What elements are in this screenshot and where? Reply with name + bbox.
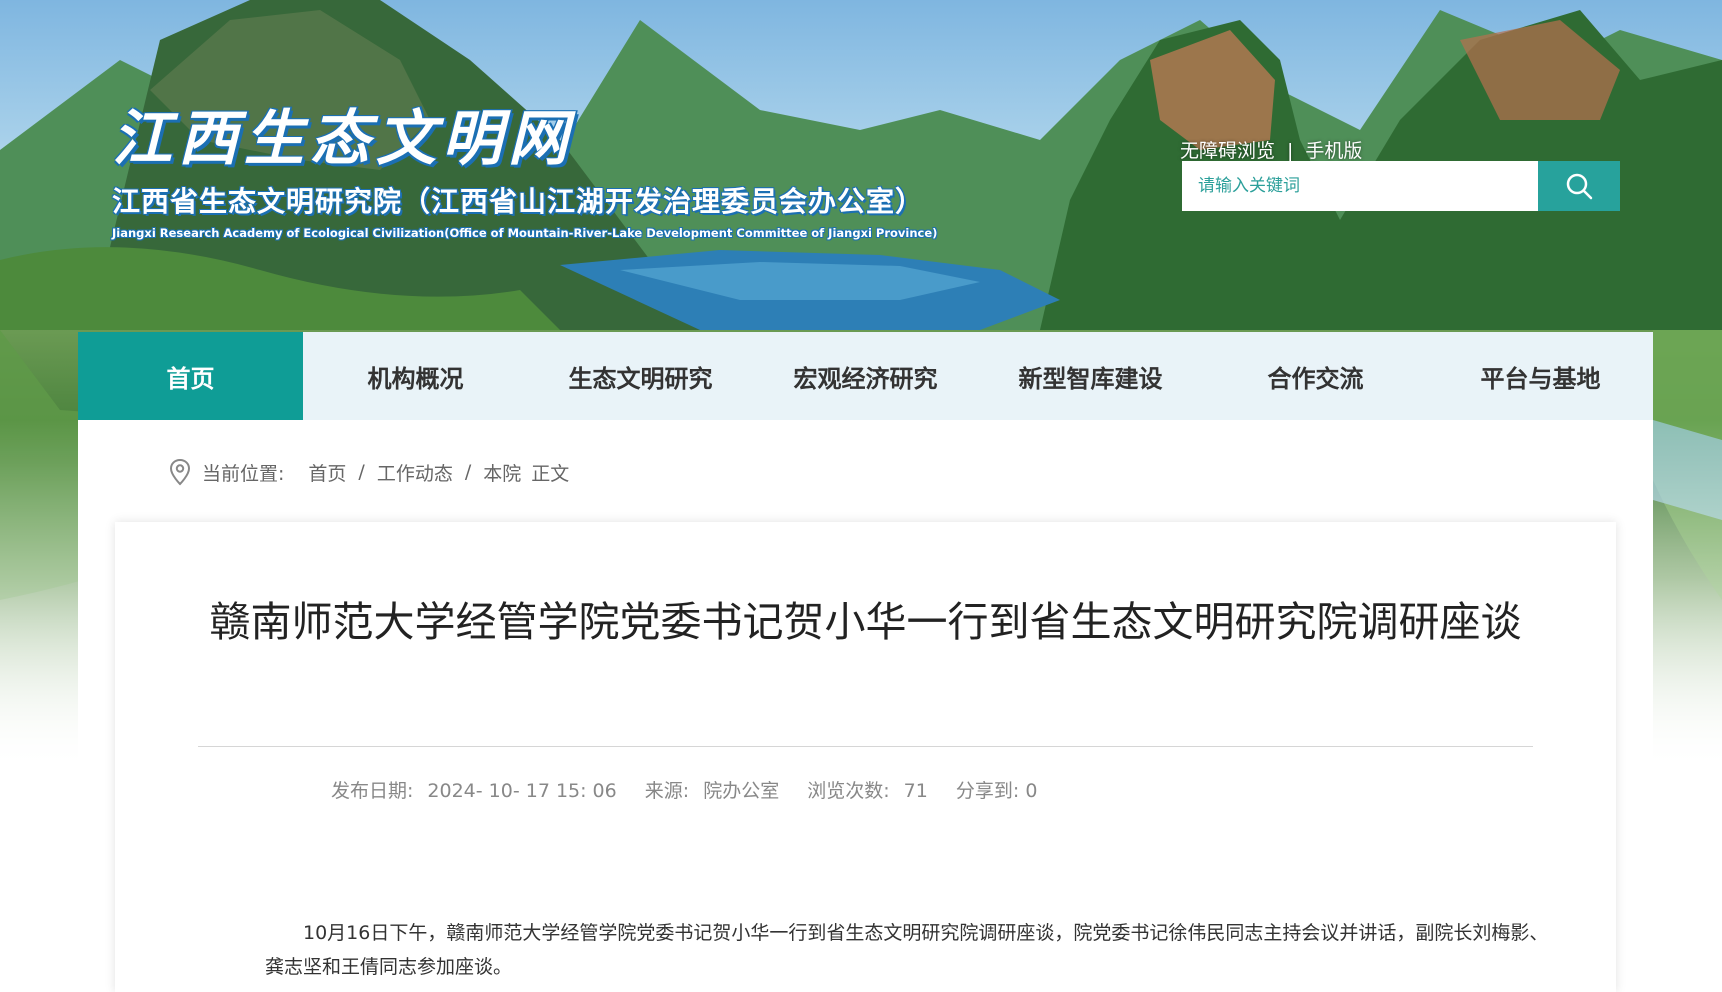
link-separator: | — [1287, 140, 1294, 162]
breadcrumb-current: 正文 — [531, 462, 570, 485]
article-card: 赣南师范大学经管学院党委书记贺小华一行到省生态文明研究院调研座谈 发布日期: 20… — [115, 522, 1616, 992]
breadcrumb-work-news[interactable]: 工作动态 — [377, 459, 453, 486]
nav-item-cooperation[interactable]: 合作交流 — [1203, 332, 1428, 420]
views-label: 浏览次数: — [807, 780, 890, 802]
breadcrumb-prefix: 当前位置: — [202, 462, 285, 485]
share[interactable]: 分享到: 0 — [956, 780, 1038, 802]
title-divider — [198, 746, 1533, 747]
article-meta: 发布日期: 2024- 10- 17 15: 06 来源: 院办公室 浏览次数: 71… — [331, 776, 1059, 803]
location-pin-icon — [169, 458, 191, 486]
source-value: 院办公室 — [703, 780, 780, 802]
nav-item-eco-research[interactable]: 生态文明研究 — [528, 332, 753, 420]
nav-item-organization[interactable]: 机构概况 — [303, 332, 528, 420]
search-bar — [1182, 161, 1620, 211]
main-content: 当前位置: 首页 / 工作动态 / 本院 正文 赣南师范大学经管学院党委书记贺小… — [78, 420, 1653, 992]
site-logo[interactable]: 江西生态文明网 江西省生态文明研究院（江西省山江湖开发治理委员会办公室） Jia… — [112, 104, 937, 240]
breadcrumb-home[interactable]: 首页 — [308, 459, 346, 486]
views-value: 71 — [903, 780, 928, 802]
main-nav: 首页 机构概况 生态文明研究 宏观经济研究 新型智库建设 合作交流 平台与基地 — [78, 332, 1653, 420]
breadcrumb-academy[interactable]: 本院 — [483, 459, 521, 486]
search-input[interactable] — [1182, 161, 1538, 211]
nav-item-home[interactable]: 首页 — [78, 332, 303, 420]
search-icon — [1566, 173, 1593, 200]
source: 来源: 院办公室 — [645, 780, 779, 802]
publish-date-value: 2024- 10- 17 15: 06 — [427, 780, 617, 802]
nav-item-platforms[interactable]: 平台与基地 — [1428, 332, 1653, 420]
share-label[interactable]: 分享到: — [956, 780, 1019, 802]
breadcrumb: 当前位置: 首页 / 工作动态 / 本院 正文 — [168, 458, 569, 486]
publish-date-label: 发布日期: — [331, 780, 414, 802]
search-button[interactable] — [1538, 161, 1620, 211]
source-label: 来源: — [644, 780, 690, 802]
mobile-version-link[interactable]: 手机版 — [1305, 140, 1362, 162]
publish-date: 发布日期: 2024- 10- 17 15: 06 — [331, 780, 617, 802]
nav-item-macro-economy[interactable]: 宏观经济研究 — [753, 332, 978, 420]
logo-english-name: Jiangxi Research Academy of Ecological C… — [112, 226, 938, 240]
article-paragraph: 10月16日下午，赣南师范大学经管学院党委书记贺小华一行到省生态文明研究院调研座… — [265, 922, 1549, 978]
view-count: 浏览次数: 71 — [807, 780, 928, 802]
logo-title: 江西生态文明网 — [112, 104, 574, 174]
top-links: 无障碍浏览 | 手机版 — [1180, 136, 1362, 163]
accessibility-link[interactable]: 无障碍浏览 — [1180, 140, 1275, 162]
share-count: 0 — [1025, 780, 1038, 802]
nav-item-think-tank[interactable]: 新型智库建设 — [978, 332, 1203, 420]
logo-subtitle: 江西省生态文明研究院（江西省山江湖开发治理委员会办公室） — [112, 185, 925, 218]
article-title: 赣南师范大学经管学院党委书记贺小华一行到省生态文明研究院调研座谈 — [209, 598, 1522, 646]
